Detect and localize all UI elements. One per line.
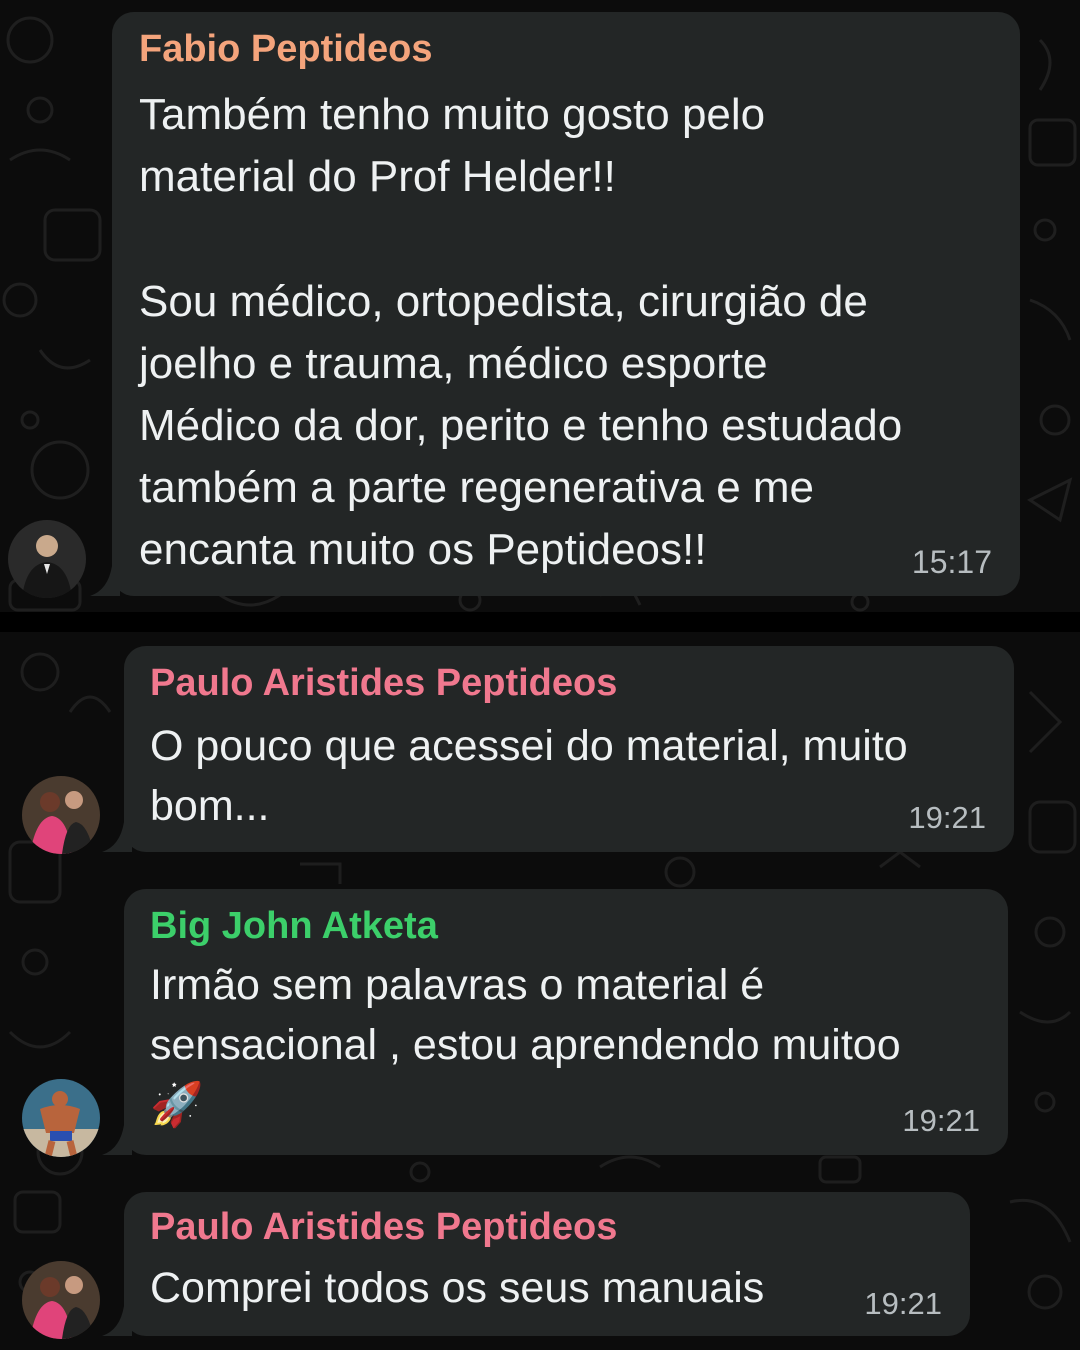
message-text: Também tenho muito gosto pelo material d… <box>139 90 903 575</box>
sender-name[interactable]: Big John Atketa <box>150 905 438 948</box>
sender-name[interactable]: Paulo Aristides Peptideos <box>150 662 617 705</box>
avatar-paulo-image <box>22 1261 100 1339</box>
message-timestamp: 19:21 <box>864 1286 942 1321</box>
bubble-tail <box>102 1306 132 1336</box>
message-timestamp: 19:21 <box>908 800 986 835</box>
bubble-tail <box>102 822 132 852</box>
avatar-paulo[interactable] <box>22 776 100 854</box>
sender-name[interactable]: Fabio Peptideos <box>139 28 432 71</box>
avatar-paulo[interactable] <box>22 1261 100 1339</box>
sender-name[interactable]: Paulo Aristides Peptideos <box>150 1206 617 1249</box>
screenshot-divider <box>0 612 1080 632</box>
message-bubble[interactable]: Paulo Aristides Peptideos Comprei todos … <box>102 1192 970 1336</box>
message-bubble[interactable]: Big John Atketa Irmão sem palavras o mat… <box>102 889 1008 1155</box>
message-text: Irmão sem palavras o material é sensacio… <box>150 961 901 1129</box>
avatar-bigjohn[interactable] <box>22 1079 100 1157</box>
bubble-tail <box>90 566 120 596</box>
avatar-bigjohn-image <box>22 1079 100 1157</box>
bubble-tail <box>102 1125 132 1155</box>
message-timestamp: 19:21 <box>902 1103 980 1138</box>
message-bubble[interactable]: Paulo Aristides Peptideos O pouco que ac… <box>102 646 1014 852</box>
chat-panel-top[interactable]: Fabio Peptideos Também tenho muito gosto… <box>0 0 1080 612</box>
message-timestamp: 15:17 <box>911 544 992 580</box>
message-bubble[interactable]: Fabio Peptideos Também tenho muito gosto… <box>90 12 1020 596</box>
avatar-fabio-image <box>8 520 86 598</box>
message-text: Comprei todos os seus manuais <box>150 1264 765 1312</box>
avatar-paulo-image <box>22 776 100 854</box>
chat-panel-bottom[interactable]: Paulo Aristides Peptideos O pouco que ac… <box>0 632 1080 1350</box>
avatar-fabio[interactable] <box>8 520 86 598</box>
message-text: O pouco que acessei do material, muito b… <box>150 722 908 830</box>
